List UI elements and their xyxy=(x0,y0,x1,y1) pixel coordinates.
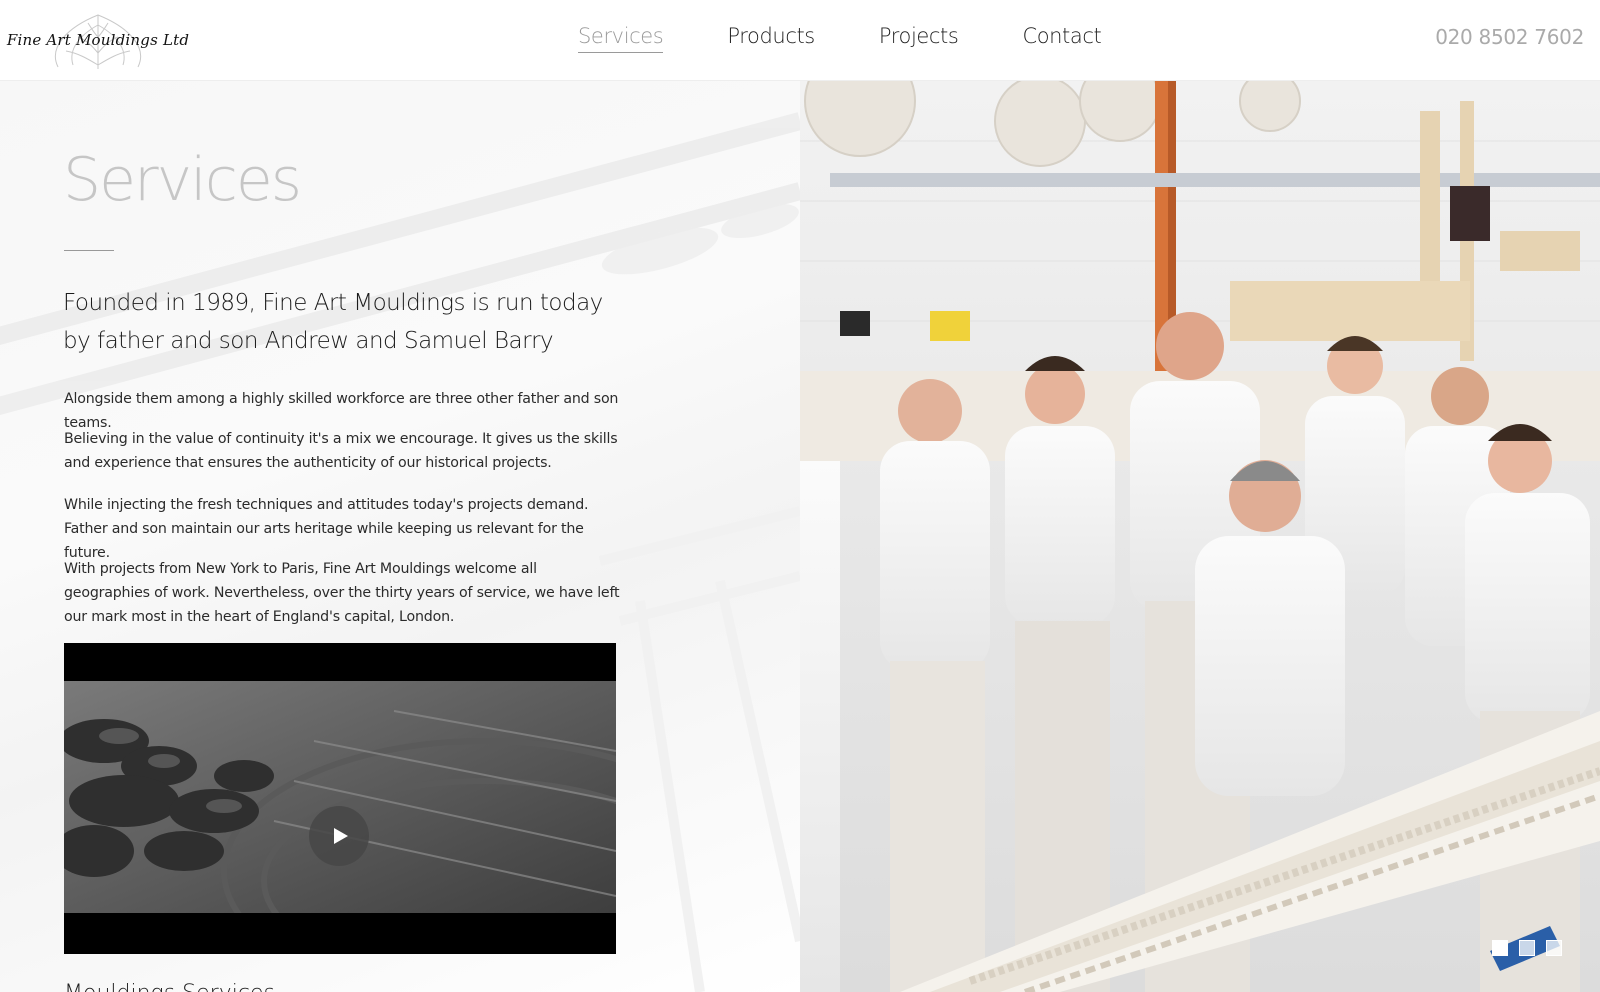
page-title: Services xyxy=(63,145,302,215)
services-content: Services Founded in 1989, Fine Art Mould… xyxy=(0,81,800,992)
nav-contact[interactable]: Contact xyxy=(1022,24,1101,53)
slider-dots xyxy=(1492,940,1562,956)
logo-wordmark: Fine Art Mouldings Ltd xyxy=(6,31,190,49)
body-paragraph-3: While injecting the fresh techniques and… xyxy=(64,497,589,561)
site-header: Fine Art Mouldings Ltd Services Products… xyxy=(0,0,1600,81)
video-player[interactable] xyxy=(64,643,616,954)
slider-dot-3[interactable] xyxy=(1546,940,1562,956)
play-button[interactable] xyxy=(309,806,369,866)
workshop-team-image xyxy=(800,81,1600,992)
main-nav: Services Products Projects Contact xyxy=(578,24,1102,53)
nav-services[interactable]: Services xyxy=(578,24,664,53)
section-heading: Mouldings Services xyxy=(64,981,275,992)
team-photo xyxy=(800,81,1600,992)
nav-projects[interactable]: Projects xyxy=(879,24,959,53)
nav-products[interactable]: Products xyxy=(727,24,815,53)
slider-dot-1[interactable] xyxy=(1492,940,1508,956)
slider-dot-2[interactable] xyxy=(1519,940,1535,956)
play-icon xyxy=(334,828,348,844)
logo[interactable]: Fine Art Mouldings Ltd xyxy=(7,7,189,73)
lead-paragraph: Founded in 1989, Fine Art Mouldings is r… xyxy=(63,290,603,354)
body-paragraph-4: With projects from New York to Paris, Fi… xyxy=(64,561,620,625)
phone-number[interactable]: 020 8502 7602 xyxy=(1435,25,1584,49)
video-thumbnail xyxy=(64,681,616,913)
body-paragraph-2: Believing in the value of continuity it'… xyxy=(64,431,618,471)
plaster-ceiling-rose-image xyxy=(64,681,616,913)
title-divider xyxy=(64,250,114,251)
